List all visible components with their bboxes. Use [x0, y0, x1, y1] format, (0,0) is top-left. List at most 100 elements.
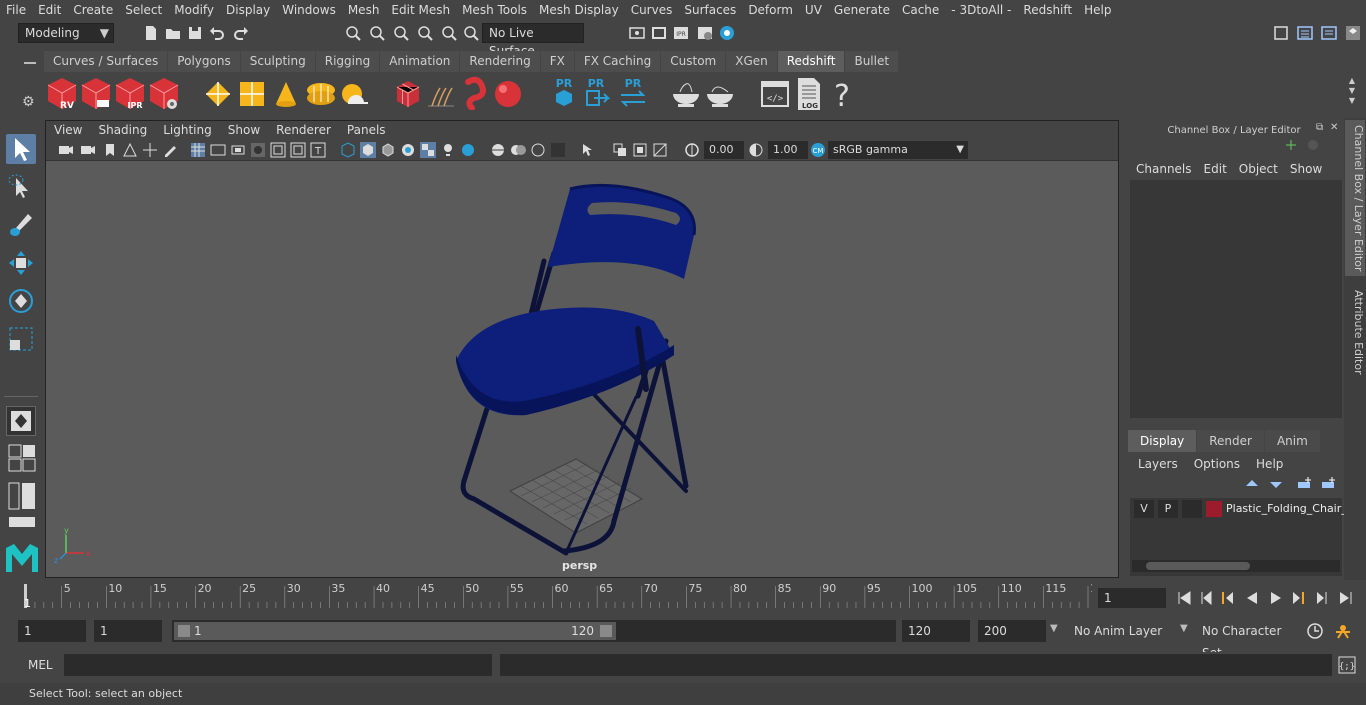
use-all-lights-icon[interactable] [420, 142, 436, 158]
menu-uv[interactable]: UV [799, 0, 828, 20]
shelf-tab-fx[interactable]: FX [540, 51, 574, 72]
auto-key-icon[interactable] [1306, 622, 1324, 640]
shelf-tab-bullet[interactable]: Bullet [845, 51, 899, 72]
step-back-icon[interactable] [1198, 590, 1214, 606]
select-hierarchy-icon[interactable] [344, 24, 362, 42]
chair-model[interactable]: y z x [46, 161, 1118, 577]
shelf-tab-polygons[interactable]: Polygons [168, 51, 240, 72]
exposure-icon[interactable] [684, 142, 700, 158]
playback-prefs-icon[interactable] [1334, 622, 1352, 640]
multisample-aa-icon[interactable] [510, 142, 526, 158]
axis-display-icon[interactable] [1284, 138, 1298, 152]
redshift-sphere-icon[interactable] [492, 78, 524, 110]
play-backward-icon[interactable] [1244, 590, 1260, 606]
mode-dropdown[interactable]: Modeling ▼ [18, 23, 114, 43]
float-panel-icon[interactable]: ⧉ [1316, 122, 1323, 133]
tab-layer-anim[interactable]: Anim [1264, 430, 1320, 452]
image-plane-icon[interactable] [122, 142, 138, 158]
menu-mesh[interactable]: Mesh [342, 0, 386, 20]
go-to-end-icon[interactable] [1338, 590, 1354, 606]
color-management-icon[interactable]: CM [810, 142, 826, 158]
shadows-icon[interactable] [440, 142, 456, 158]
viewport-menu-lighting[interactable]: Lighting [155, 121, 220, 139]
move-layer-up-icon[interactable] [1244, 476, 1260, 492]
tab-layer-display[interactable]: Display [1128, 430, 1197, 452]
step-forward-key-icon[interactable] [1290, 590, 1306, 606]
bookmark-icon[interactable] [102, 142, 118, 158]
start-time-field[interactable]: 1 [18, 620, 86, 642]
paint-select-tool[interactable] [6, 210, 36, 240]
end-time-field[interactable]: 200 [978, 620, 1046, 642]
lasso-tool[interactable] [6, 172, 36, 202]
shelf-menu-icon[interactable] [24, 62, 36, 64]
live-surface-field[interactable]: No Live Surface [482, 23, 584, 58]
menu-deform[interactable]: Deform [742, 0, 799, 20]
channel-box-menu-channels[interactable]: Channels [1130, 160, 1198, 178]
safe-action-icon[interactable] [290, 142, 306, 158]
menu-edit[interactable]: Edit [32, 0, 67, 20]
new-layer-icon[interactable] [1296, 476, 1312, 492]
colorspace-dropdown[interactable]: sRGB gamma ▼ [828, 141, 968, 159]
menu-redshift[interactable]: Redshift [1017, 0, 1078, 20]
shelf-tab-sculpting[interactable]: Sculpting [240, 51, 315, 72]
xray-components-icon[interactable] [632, 142, 648, 158]
tab-attribute-editor[interactable]: Attribute Editor [1345, 284, 1365, 380]
motion-blur-icon[interactable] [490, 142, 506, 158]
channel-box-menu-show[interactable]: Show [1284, 160, 1328, 178]
menu-mesh-tools[interactable]: Mesh Tools [456, 0, 533, 20]
tab-layer-render[interactable]: Render [1197, 430, 1264, 452]
menu-surfaces[interactable]: Surfaces [678, 0, 742, 20]
wireframe-icon[interactable] [340, 142, 356, 158]
single-perspective-layout[interactable] [6, 406, 36, 436]
shelf-scroll[interactable]: ▲ ▼ ▼ [1346, 76, 1358, 112]
viewport-menu-panels[interactable]: Panels [339, 121, 394, 139]
range-end-grip[interactable] [600, 625, 612, 637]
snap-curve-icon[interactable] [392, 24, 410, 42]
snap-view-icon[interactable] [440, 24, 458, 42]
redshift-volume-icon[interactable] [236, 78, 268, 110]
tool-settings-icon[interactable] [1320, 24, 1338, 42]
redshift-settings-icon[interactable] [148, 76, 180, 112]
proxy-import-icon[interactable]: PR [584, 76, 612, 110]
redshift-mesh-params-icon[interactable] [394, 78, 422, 110]
menu-windows[interactable]: Windows [276, 0, 342, 20]
range-slider-handle[interactable]: 1 120 [174, 622, 616, 640]
time-slider[interactable]: 5 10 15 20 25 30 35 40 45 50 55 60 65 70 75 80 85 90 95 100… [18, 582, 1104, 610]
two-d-pan-icon[interactable] [142, 142, 158, 158]
layer-display-type-toggle[interactable] [1182, 500, 1202, 518]
resolution-gate-icon[interactable] [230, 142, 246, 158]
grease-pencil-icon[interactable] [162, 142, 178, 158]
grid-icon[interactable] [190, 142, 206, 158]
move-layer-down-icon[interactable] [1268, 476, 1284, 492]
textured-icon[interactable] [400, 142, 416, 158]
menu-modify[interactable]: Modify [168, 0, 220, 20]
character-set-dropdown[interactable]: No Character Set [1196, 620, 1298, 660]
redo-icon[interactable] [232, 24, 250, 42]
graph-layout[interactable] [8, 516, 36, 528]
layer-horizontal-scrollbar[interactable] [1132, 560, 1340, 572]
outliner-layout[interactable] [8, 482, 36, 510]
play-forward-icon[interactable] [1268, 590, 1284, 606]
menu-generate[interactable]: Generate [828, 0, 896, 20]
redshift-dome-light-icon[interactable] [338, 78, 372, 110]
chevron-down-icon[interactable]: ▼ [1180, 623, 1188, 634]
render-ipr-icon[interactable]: IPR [672, 24, 690, 42]
layer-visibility-toggle[interactable]: V [1134, 500, 1154, 518]
menu-display[interactable]: Display [220, 0, 276, 20]
render-settings-icon[interactable] [696, 24, 714, 42]
render-view-icon[interactable] [628, 24, 646, 42]
redshift-material-bowl-2-icon[interactable] [704, 80, 736, 108]
redshift-spot-light-icon[interactable] [270, 78, 302, 110]
shelf-tab-custom[interactable]: Custom [661, 51, 726, 72]
menu-curves[interactable]: Curves [625, 0, 679, 20]
layer-menu-help[interactable]: Help [1248, 454, 1291, 474]
step-forward-icon[interactable] [1314, 590, 1330, 606]
menu-file[interactable]: File [0, 0, 32, 20]
anim-layer-dropdown[interactable]: No Anim Layer [1068, 620, 1178, 642]
gate-mask-icon[interactable] [250, 142, 266, 158]
new-layer-selected-icon[interactable] [1320, 476, 1336, 492]
redshift-ribbon-icon[interactable] [460, 76, 490, 110]
wireframe-on-shaded-icon[interactable] [380, 142, 396, 158]
gamma-icon[interactable] [748, 142, 764, 158]
layer-color-swatch[interactable] [1206, 501, 1222, 517]
